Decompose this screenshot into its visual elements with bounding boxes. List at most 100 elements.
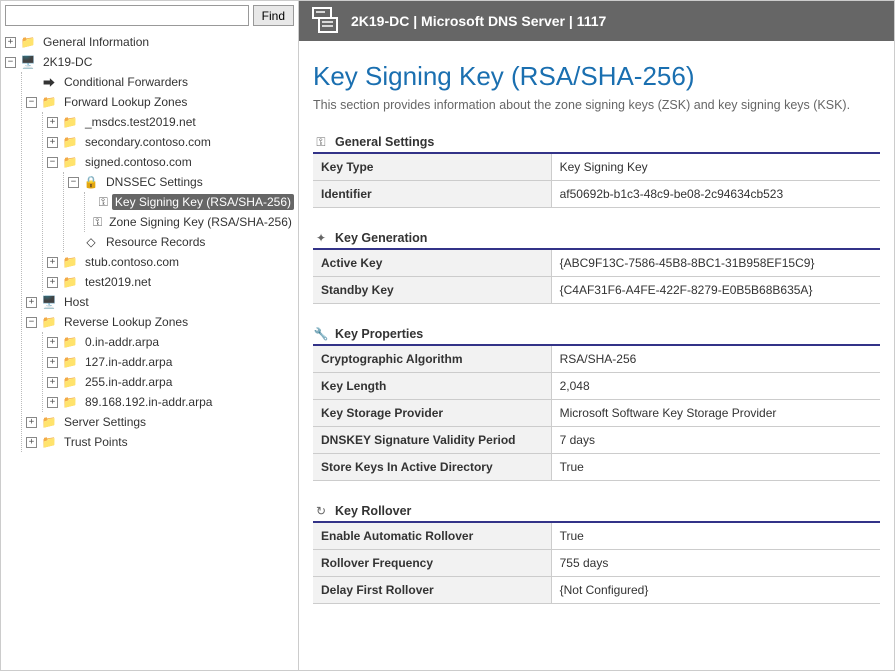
tree-dnssec[interactable]: − 🔒 DNSSEC Settings [68,172,294,192]
expand-icon[interactable]: + [26,437,37,448]
find-button[interactable]: Find [253,5,294,26]
prop-key: Cryptographic Algorithm [313,346,551,373]
expand-icon[interactable]: + [26,297,37,308]
prop-val: {C4AF31F6-A4FE-422F-8279-E0B5B68B635A} [551,277,880,304]
tree-zone-test2019[interactable]: + 📁 test2019.net [47,272,294,292]
prop-val: 2,048 [551,373,880,400]
section-general: ⚿ General Settings Key TypeKey Signing K… [313,134,880,208]
prop-val: {Not Configured} [551,577,880,604]
tree-label: signed.contoso.com [82,154,195,170]
tree-server-settings[interactable]: + 📁 Server Settings [26,412,294,432]
tree-conditional-forwarders[interactable]: ⮕ Conditional Forwarders [26,72,294,92]
general-table: Key TypeKey Signing Key Identifieraf5069… [313,154,880,208]
collapse-icon[interactable]: − [26,97,37,108]
key-icon: ⚿ [93,214,102,230]
tree-label: 0.in-addr.arpa [82,334,162,350]
table-row: Enable Automatic RolloverTrue [313,523,880,550]
nav-tree[interactable]: + 📁 General Information − 🖥️ 2K19-DC ⮕ C… [1,30,298,670]
folder-icon: 📁 [41,434,57,450]
expand-icon[interactable]: + [47,377,58,388]
search-input[interactable] [5,5,249,26]
collapse-icon[interactable]: − [26,317,37,328]
tree-rlz-0[interactable]: + 📁 0.in-addr.arpa [47,332,294,352]
folder-icon: 📁 [62,134,78,150]
sparkle-icon: ✦ [313,230,329,246]
expand-icon[interactable]: + [47,397,58,408]
page-subtitle: This section provides information about … [313,98,880,112]
prop-val: 7 days [551,427,880,454]
blank-toggle [26,77,37,88]
table-row: Key Storage ProviderMicrosoft Software K… [313,400,880,427]
prop-val: af50692b-b1c3-48c9-be08-2c94634cb523 [551,181,880,208]
section-properties: 🔧 Key Properties Cryptographic Algorithm… [313,326,880,481]
folder-icon: 📁 [62,254,78,270]
prop-val: True [551,454,880,481]
tree-zone-msdcs[interactable]: + 📁 _msdcs.test2019.net [47,112,294,132]
generation-table: Active Key{ABC9F13C-7586-45B8-8BC1-31B95… [313,250,880,304]
tree-zone-stub[interactable]: + 📁 stub.contoso.com [47,252,294,272]
left-panel: Find + 📁 General Information − 🖥️ 2K19-D… [1,1,299,670]
table-row: Key TypeKey Signing Key [313,154,880,181]
prop-key: Store Keys In Active Directory [313,454,551,481]
section-header: 🔧 Key Properties [313,326,880,346]
tree-general-info[interactable]: + 📁 General Information [5,32,294,52]
folder-icon: 📁 [62,394,78,410]
section-header: ⚿ General Settings [313,134,880,154]
expand-icon[interactable]: + [5,37,16,48]
prop-key: Identifier [313,181,551,208]
folder-icon: 📁 [62,274,78,290]
tree-label: Reverse Lookup Zones [61,314,191,330]
table-row: Rollover Frequency755 days [313,550,880,577]
tree-label: Server Settings [61,414,149,430]
tree-flz[interactable]: − 📁 Forward Lookup Zones [26,92,294,112]
prop-val: {ABC9F13C-7586-45B8-8BC1-31B958EF15C9} [551,250,880,277]
tree-trust-points[interactable]: + 📁 Trust Points [26,432,294,452]
tree-label: 89.168.192.in-addr.arpa [82,394,215,410]
section-rollover: ↻ Key Rollover Enable Automatic Rollover… [313,503,880,604]
blank-toggle [68,237,79,248]
tree-zsk[interactable]: ⚿ Zone Signing Key (RSA/SHA-256) [89,212,294,232]
properties-table: Cryptographic AlgorithmRSA/SHA-256 Key L… [313,346,880,481]
expand-icon[interactable]: + [47,337,58,348]
tree-label: Resource Records [103,234,208,250]
page-title: Key Signing Key (RSA/SHA-256) [313,61,880,92]
wrench-icon: 🔧 [313,326,329,342]
tree-label: test2019.net [82,274,154,290]
expand-icon[interactable]: + [47,117,58,128]
folder-icon: 📁 [41,414,57,430]
tree-zone-signed[interactable]: − 📁 signed.contoso.com [47,152,294,172]
right-panel: 2K19-DC | Microsoft DNS Server | 1117 Ke… [299,1,894,670]
tree-rlz-89[interactable]: + 📁 89.168.192.in-addr.arpa [47,392,294,412]
folder-icon: 📁 [62,114,78,130]
server-tower-icon [309,4,341,39]
tree-rlz[interactable]: − 📁 Reverse Lookup Zones [26,312,294,332]
prop-key: Active Key [313,250,551,277]
tree-rlz-255[interactable]: + 📁 255.in-addr.arpa [47,372,294,392]
tree-rlz-127[interactable]: + 📁 127.in-addr.arpa [47,352,294,372]
section-header: ↻ Key Rollover [313,503,880,523]
folder-icon: 📁 [62,374,78,390]
collapse-icon[interactable]: − [68,177,79,188]
tree-zone-secondary[interactable]: + 📁 secondary.contoso.com [47,132,294,152]
expand-icon[interactable]: + [47,137,58,148]
collapse-icon[interactable]: − [5,57,16,68]
records-icon: ◇ [83,234,99,250]
tree-label: Key Signing Key (RSA/SHA-256) [112,194,294,210]
tree-label: Forward Lookup Zones [61,94,190,110]
section-generation: ✦ Key Generation Active Key{ABC9F13C-758… [313,230,880,304]
prop-key: DNSKEY Signature Validity Period [313,427,551,454]
collapse-icon[interactable]: − [47,157,58,168]
prop-val: RSA/SHA-256 [551,346,880,373]
expand-icon[interactable]: + [26,417,37,428]
tree-host[interactable]: + 🖥️ Host [26,292,294,312]
prop-key: Key Length [313,373,551,400]
server-icon: 🖥️ [20,54,36,70]
expand-icon[interactable]: + [47,257,58,268]
prop-key: Delay First Rollover [313,577,551,604]
expand-icon[interactable]: + [47,357,58,368]
tree-server[interactable]: − 🖥️ 2K19-DC [5,52,294,72]
table-row: Active Key{ABC9F13C-7586-45B8-8BC1-31B95… [313,250,880,277]
tree-resource-records[interactable]: ◇ Resource Records [68,232,294,252]
tree-ksk[interactable]: ⚿ Key Signing Key (RSA/SHA-256) [89,192,294,212]
expand-icon[interactable]: + [47,277,58,288]
